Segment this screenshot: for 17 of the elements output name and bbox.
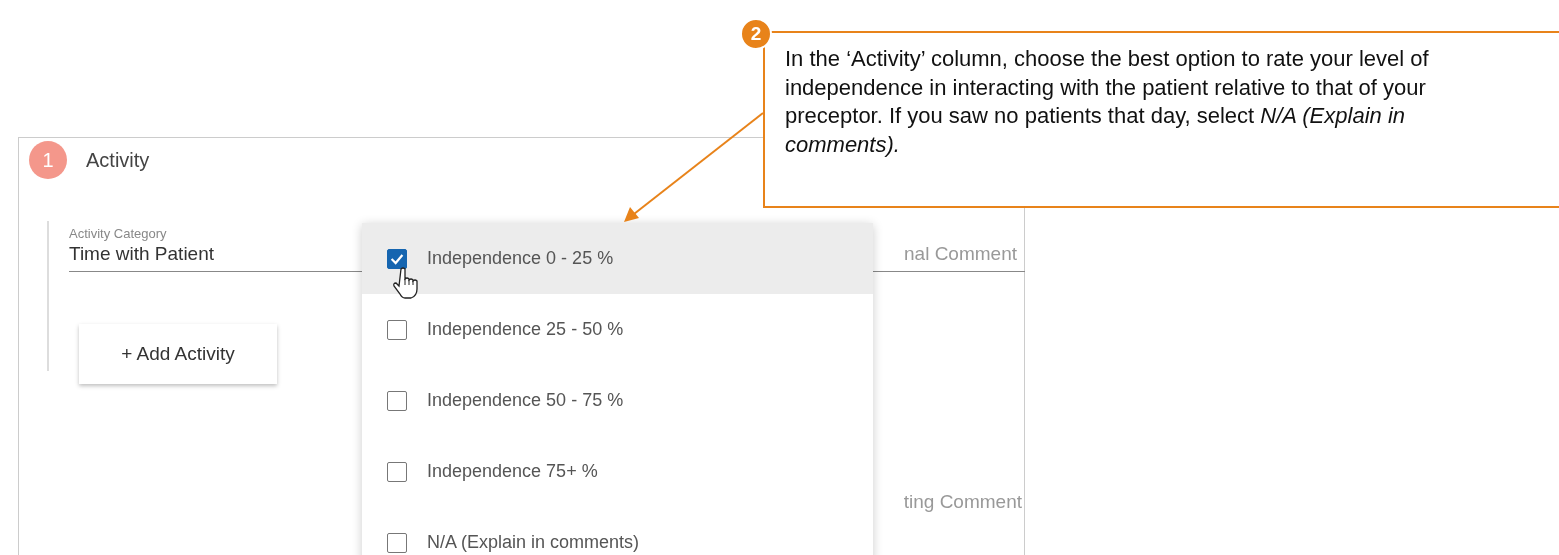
- checkbox[interactable]: [387, 319, 407, 340]
- menu-option[interactable]: Independence 25 - 50 %: [362, 294, 873, 365]
- menu-option[interactable]: Independence 75+ %: [362, 436, 873, 507]
- comment-field-label: nal Comment: [904, 243, 1017, 265]
- menu-option[interactable]: Independence 50 - 75 %: [362, 365, 873, 436]
- checkbox[interactable]: [387, 532, 407, 553]
- menu-option[interactable]: Independence 0 - 25 %: [362, 223, 873, 294]
- section-title: Activity: [86, 148, 150, 172]
- menu-option[interactable]: N/A (Explain in comments): [362, 507, 873, 555]
- checkbox[interactable]: [387, 248, 407, 269]
- step-badge: 1: [29, 141, 67, 179]
- checkbox[interactable]: [387, 461, 407, 482]
- comment-field-label: ting Comment: [903, 491, 1022, 513]
- checkbox[interactable]: [387, 390, 407, 411]
- add-activity-button[interactable]: + Add Activity: [79, 324, 277, 384]
- callout-text: In the ‘Activity’ column, choose the best option to rate your level of independence in interacting with the patient relative to that of your preceptor. If you saw no patients that day, select N/A (Explain in comments).: [785, 45, 1430, 159]
- step-badge: 2: [740, 18, 772, 50]
